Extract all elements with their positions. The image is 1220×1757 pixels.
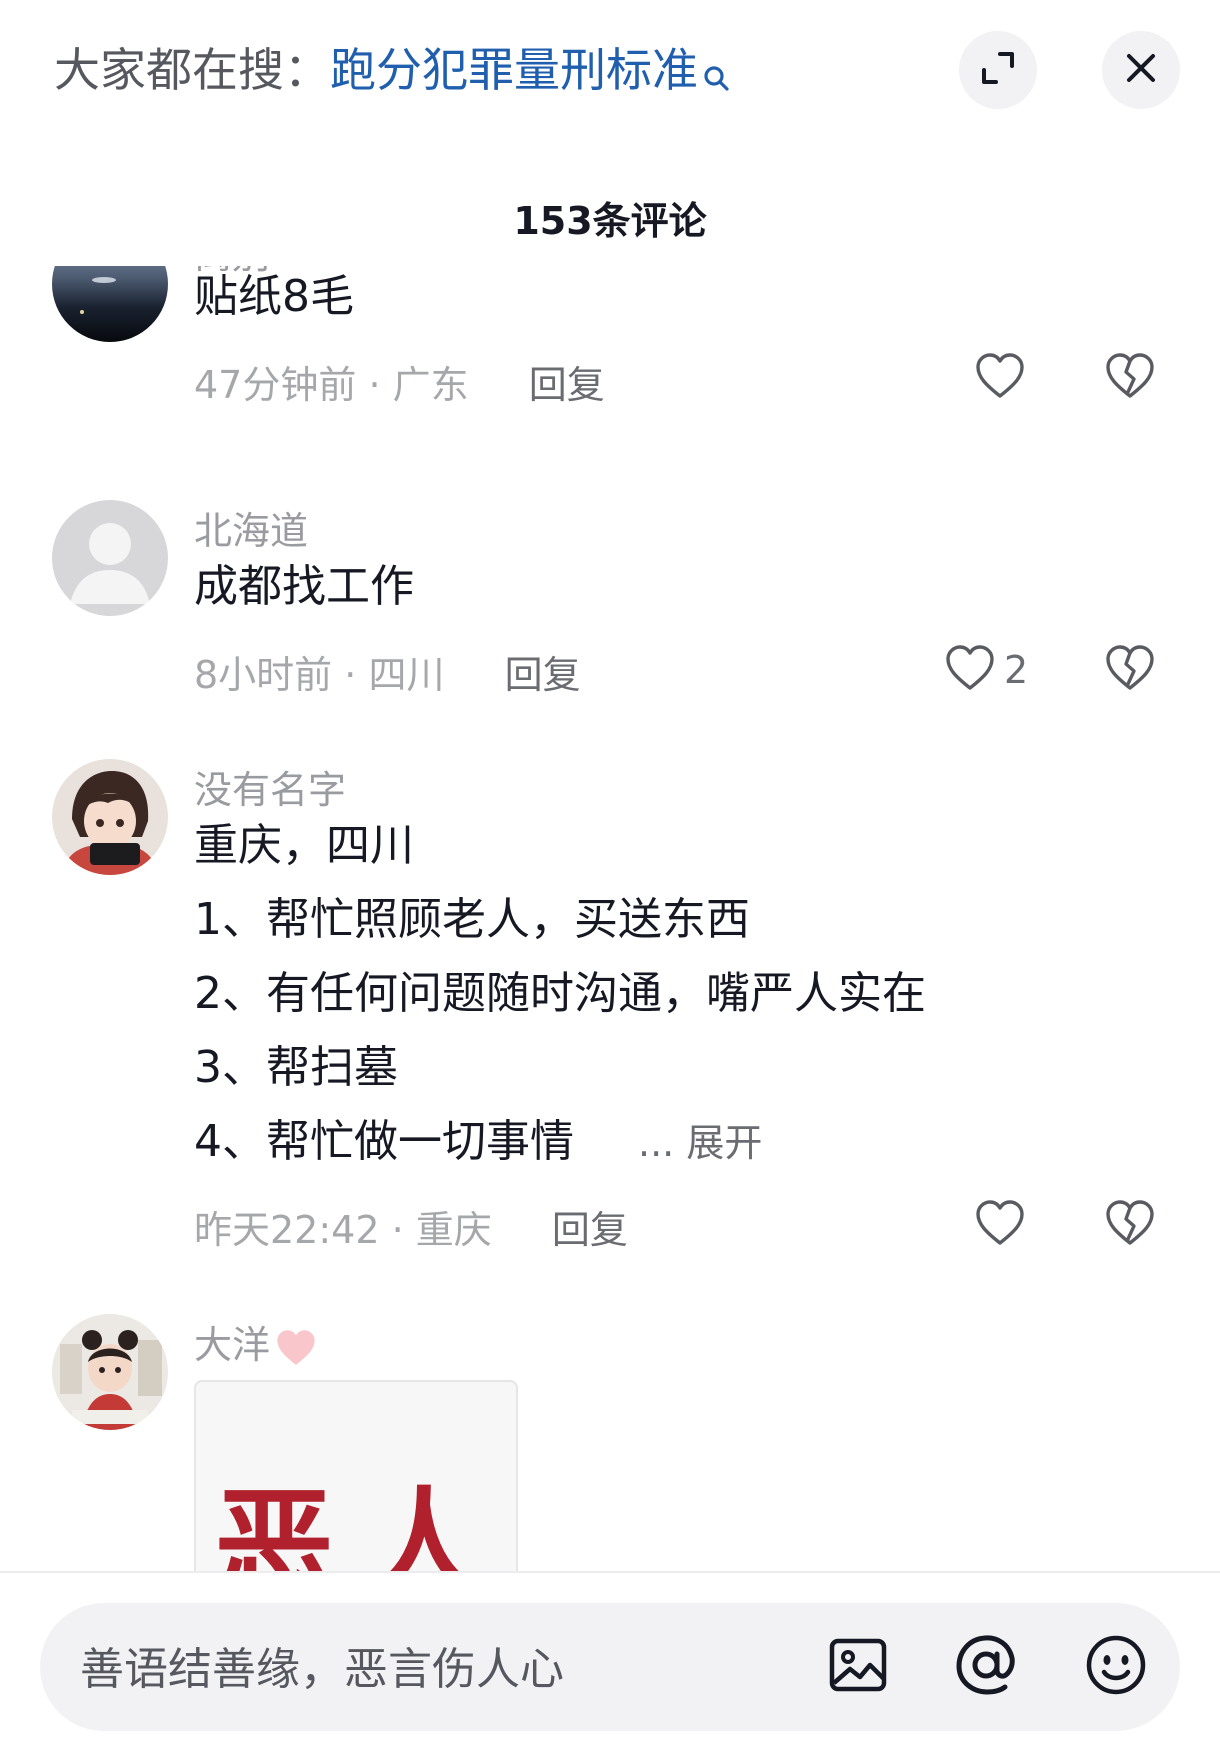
comment-username[interactable]: 北海道 xyxy=(194,500,308,555)
like-count: 2 xyxy=(1004,648,1029,692)
pink-heart-icon xyxy=(274,1326,318,1370)
comment-time: 8小时前 xyxy=(194,653,333,697)
comment-input-bar: 善语结善缘，恶言伤人心 xyxy=(0,1571,1220,1757)
broken-heart-icon xyxy=(1104,1200,1156,1251)
avatar[interactable] xyxy=(52,1314,168,1430)
comment-username[interactable]: 没有名字 xyxy=(194,759,346,814)
comment-meta: 昨天22:42 · 重庆 回复 xyxy=(194,1199,628,1254)
comment-meta: 47分钟前 · 广东 回复 xyxy=(194,354,605,409)
comment-line: 2、有任何问题随时沟通，嘴严人实在 xyxy=(194,968,926,1019)
image-icon xyxy=(826,1633,890,1701)
avatar[interactable] xyxy=(52,266,168,342)
dislike-button[interactable] xyxy=(1104,644,1156,696)
comment-input-placeholder: 善语结善缘，恶言伤人心 xyxy=(80,1644,564,1695)
dislike-button[interactable] xyxy=(1104,352,1156,404)
close-icon xyxy=(1124,51,1158,89)
comment-line: 4、帮忙做一切事情 ... 展开 xyxy=(194,1105,762,1180)
close-button[interactable] xyxy=(1102,31,1180,109)
expand-comment-link[interactable]: ... 展开 xyxy=(638,1121,762,1165)
trending-search-query[interactable]: 跑分犯罪量刑标准 xyxy=(330,43,698,97)
trending-search-hint[interactable]: 大家都在搜：跑分犯罪量刑标准 xyxy=(54,38,732,102)
comment-location: 重庆 xyxy=(415,1208,492,1252)
comment-line: 3、帮扫墓 xyxy=(194,1042,398,1093)
comment-location: 四川 xyxy=(368,653,445,697)
comment-list[interactable]: 离别 贴纸8毛 47分钟前 · 广东 回复 北海道 成都找工作 8小时前 xyxy=(0,266,1220,1571)
comment-username-text: 大洋 xyxy=(194,1323,271,1367)
reply-button[interactable]: 回复 xyxy=(552,1208,628,1252)
comment-username[interactable]: 大洋 xyxy=(194,1314,318,1370)
comment-time: 47分钟前 xyxy=(194,363,357,407)
broken-heart-icon xyxy=(1104,353,1156,404)
meta-separator: · xyxy=(391,1208,404,1252)
comment-count-title: 153条评论 xyxy=(513,199,707,243)
comment-time: 昨天22:42 xyxy=(194,1208,380,1252)
heart-outline-icon xyxy=(974,1199,1026,1251)
like-button[interactable] xyxy=(974,352,1026,404)
search-icon xyxy=(702,46,732,91)
expand-icon xyxy=(978,48,1018,92)
at-sign-icon xyxy=(953,1632,1019,1702)
comment-input[interactable]: 善语结善缘，恶言伤人心 xyxy=(40,1603,1180,1731)
meta-separator: · xyxy=(368,363,381,407)
insert-image-button[interactable] xyxy=(822,1631,894,1703)
like-button[interactable]: 2 xyxy=(944,644,1028,696)
comment-line: 1、帮忙照顾老人，买送东西 xyxy=(194,894,750,945)
comment-line-text: 4、帮忙做一切事情 xyxy=(194,1116,574,1167)
avatar[interactable] xyxy=(52,759,168,875)
reply-button[interactable]: 回复 xyxy=(529,363,605,407)
comment-text: 成都找工作 xyxy=(194,561,414,612)
emoji-button[interactable] xyxy=(1080,1631,1152,1703)
reply-button[interactable]: 回复 xyxy=(505,653,581,697)
avatar[interactable] xyxy=(52,500,168,616)
trending-search-prefix: 大家都在搜： xyxy=(54,43,330,97)
heart-outline-icon xyxy=(974,352,1026,404)
like-button[interactable] xyxy=(974,1199,1026,1251)
comment-meta: 8小时前 · 四川 回复 xyxy=(194,644,581,699)
heart-outline-icon xyxy=(944,644,996,696)
comment-image[interactable]: 恶人 xyxy=(194,1380,518,1571)
comments-panel: 大家都在搜：跑分犯罪量刑标准 153条评论 离别 贴纸8毛 47分钟前 · 广东… xyxy=(0,0,1220,1757)
comment-image-text: 恶人 xyxy=(214,1475,514,1571)
panel-header: 大家都在搜：跑分犯罪量刑标准 xyxy=(0,0,1220,150)
comment-location: 广东 xyxy=(392,363,469,407)
expand-button[interactable] xyxy=(959,31,1037,109)
smiley-face-icon xyxy=(1083,1632,1149,1702)
mention-button[interactable] xyxy=(950,1631,1022,1703)
broken-heart-icon xyxy=(1104,645,1156,696)
meta-separator: · xyxy=(344,653,357,697)
comment-text: 贴纸8毛 xyxy=(194,271,354,322)
dislike-button[interactable] xyxy=(1104,1199,1156,1251)
comment-line: 重庆，四川 xyxy=(194,820,414,871)
